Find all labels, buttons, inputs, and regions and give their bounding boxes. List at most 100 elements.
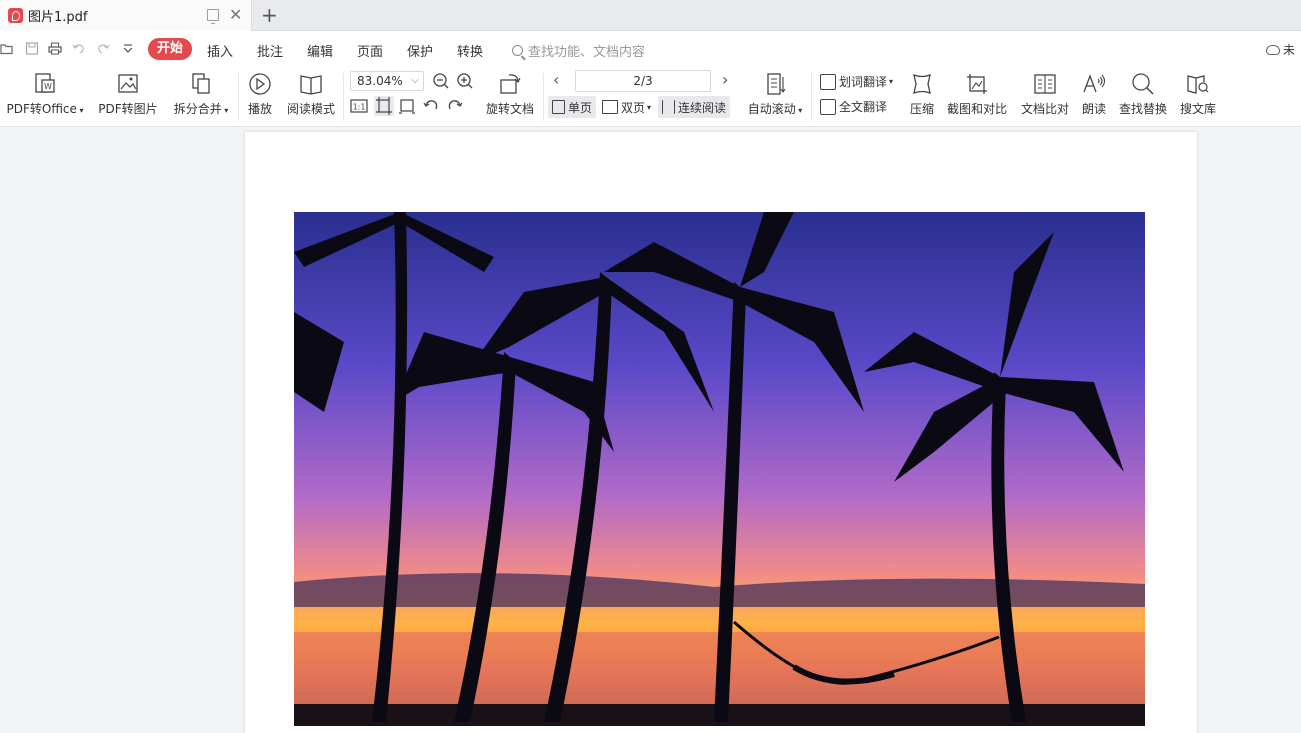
fit-page-icon[interactable] <box>374 96 394 116</box>
full-translate-label: 全文翻译 <box>839 100 888 114</box>
screenshot-icon <box>964 71 990 97</box>
auto-scroll-label: 自动滚动 <box>747 102 796 116</box>
split-merge-label: 拆分合并 <box>173 102 222 116</box>
play-button[interactable]: 播放 <box>242 67 278 117</box>
read-aloud-button[interactable]: 朗读 <box>1078 67 1110 117</box>
double-page-label: 双页 <box>621 100 646 115</box>
find-replace-label: 查找替换 <box>1118 102 1167 116</box>
rotate-document-label: 旋转文档 <box>485 102 534 116</box>
chevron-down-icon: ▾ <box>889 77 894 86</box>
word-translate-button[interactable]: 划词翻译 ▾ <box>820 73 893 90</box>
open-folder-icon[interactable] <box>0 42 14 55</box>
actual-size-button[interactable]: 1:1 <box>350 97 368 115</box>
ribbon-separator <box>238 73 239 121</box>
document-compare-label: 文档比对 <box>1020 102 1069 116</box>
menu-convert-tab[interactable]: 转换 <box>457 41 483 60</box>
document-compare-icon <box>1032 71 1058 97</box>
ribbon-separator <box>811 73 812 121</box>
double-page-icon <box>602 100 618 114</box>
rotate-document-button[interactable]: 旋转文档 <box>482 67 538 117</box>
zoom-level-value: 83.04% <box>357 74 403 88</box>
menu-insert-tab[interactable]: 插入 <box>207 41 233 60</box>
search-icon <box>512 45 523 56</box>
menu-edit-tab[interactable]: 编辑 <box>307 41 333 60</box>
single-page-icon <box>552 100 565 114</box>
document-tab-title: 图片1.pdf <box>28 10 88 25</box>
search-library-label: 搜文库 <box>1179 102 1216 116</box>
split-merge-icon <box>188 71 214 97</box>
screenshot-compare-label: 截图和对比 <box>946 102 1007 116</box>
page-number-input[interactable]: 2/3 <box>575 70 711 92</box>
menu-start-tab[interactable]: 开始 <box>148 38 192 60</box>
continuous-read-button[interactable]: 连续阅读 <box>658 96 731 118</box>
screenshot-compare-button[interactable]: 截图和对比 <box>945 67 1009 117</box>
read-mode-button[interactable]: 阅读模式 <box>284 67 338 117</box>
menu-page-tab[interactable]: 页面 <box>357 41 383 60</box>
fit-width-icon[interactable] <box>398 97 416 115</box>
rotate-left-icon[interactable] <box>422 97 440 115</box>
menu-annotate-tab[interactable]: 批注 <box>257 41 283 60</box>
quick-access-dropdown-icon[interactable] <box>121 42 135 55</box>
pdf-file-icon <box>8 8 23 23</box>
read-aloud-label: 朗读 <box>1081 102 1106 116</box>
split-merge-button[interactable]: 拆分合并 ▾ <box>170 67 232 117</box>
pdf-to-office-button[interactable]: W PDF转Office ▾ <box>4 67 86 117</box>
auto-scroll-button[interactable]: 自动滚动 ▾ <box>744 67 806 117</box>
zoom-out-icon[interactable] <box>432 72 450 90</box>
print-icon[interactable] <box>48 42 62 55</box>
pdf-to-office-label: PDF转Office <box>6 102 77 116</box>
single-page-button[interactable]: 单页 <box>548 96 597 118</box>
feature-search[interactable]: 查找功能、文档内容 <box>512 41 645 60</box>
compress-label: 压缩 <box>909 102 934 116</box>
search-library-icon <box>1185 71 1211 97</box>
double-page-button[interactable]: 双页 ▾ <box>598 96 655 118</box>
pin-window-icon[interactable] <box>207 9 219 24</box>
save-icon[interactable] <box>25 42 39 55</box>
sunset-palm-photo <box>294 212 1145 726</box>
read-aloud-icon <box>1081 71 1107 97</box>
word-translate-label: 划词翻译 <box>839 75 888 89</box>
search-placeholder: 查找功能、文档内容 <box>528 45 646 60</box>
single-page-label: 单页 <box>568 100 593 115</box>
play-icon <box>247 71 273 97</box>
menu-bar: 开始 插入 批注 编辑 页面 保护 转换 查找功能、文档内容 未 <box>0 31 1301 67</box>
book-icon <box>298 71 324 97</box>
auto-scroll-icon <box>762 71 788 97</box>
compress-button[interactable]: 压缩 <box>906 67 938 117</box>
menu-protect-tab[interactable]: 保护 <box>407 41 433 60</box>
redo-icon[interactable] <box>96 42 110 55</box>
next-page-icon[interactable]: › <box>722 70 728 89</box>
undo-icon[interactable] <box>72 42 86 55</box>
pdf-to-image-button[interactable]: PDF转图片 <box>97 67 159 117</box>
search-library-button[interactable]: 搜文库 <box>1177 67 1219 117</box>
rotate-right-icon[interactable] <box>446 97 464 115</box>
ribbon-separator <box>543 73 544 121</box>
close-tab-icon[interactable]: ✕ <box>229 7 242 23</box>
cloud-status-label: 未 <box>1283 43 1296 57</box>
actual-size-label: 1:1 <box>353 103 366 112</box>
svg-text:W: W <box>44 82 52 91</box>
play-label: 播放 <box>247 102 272 116</box>
continuous-read-label: 连续阅读 <box>678 100 727 115</box>
pdf-to-image-label: PDF转图片 <box>98 102 158 116</box>
tab-bar: 图片1.pdf ✕ + <box>0 0 1301 31</box>
full-translate-icon <box>820 98 836 115</box>
find-replace-button[interactable]: 查找替换 <box>1116 67 1170 117</box>
chevron-down-icon: ⌵ <box>411 75 419 86</box>
cloud-sync-status[interactable]: 未 <box>1266 41 1295 58</box>
chevron-down-icon: ▾ <box>647 102 652 112</box>
ribbon-separator <box>343 73 344 121</box>
rotate-document-icon <box>497 71 523 97</box>
document-compare-button[interactable]: 文档比对 <box>1018 67 1072 117</box>
compress-icon <box>909 71 935 97</box>
zoom-level-select[interactable]: 83.04% ⌵ <box>350 71 424 91</box>
translate-icon <box>820 73 836 90</box>
document-tab[interactable]: 图片1.pdf ✕ <box>0 0 252 31</box>
zoom-in-icon[interactable] <box>456 72 474 90</box>
full-translate-button[interactable]: 全文翻译 <box>820 98 887 115</box>
continuous-read-icon <box>662 100 675 114</box>
previous-page-icon[interactable]: ‹ <box>553 70 559 89</box>
read-mode-label: 阅读模式 <box>286 102 335 116</box>
new-tab-button[interactable]: + <box>261 4 278 26</box>
pdf-to-image-icon <box>115 71 141 97</box>
